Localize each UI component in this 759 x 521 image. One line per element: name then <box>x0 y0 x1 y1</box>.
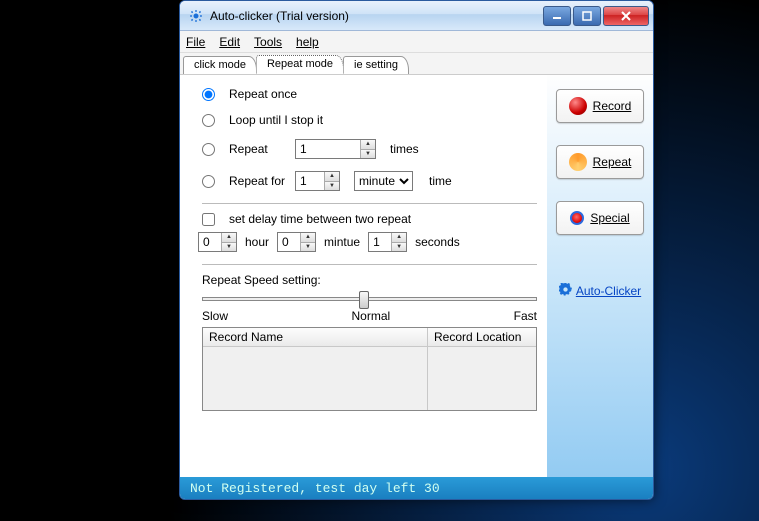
menubar: File Edit Tools help <box>180 31 653 53</box>
repeat-icon <box>569 153 587 171</box>
status-text: Not Registered, test day left 30 <box>190 481 440 496</box>
radio-loop-until[interactable] <box>202 114 215 127</box>
spin-up-icon[interactable]: ▲ <box>361 140 375 150</box>
label-set-delay: set delay time between two repeat <box>229 212 411 226</box>
repeat-for-spinner[interactable]: ▲▼ <box>295 171 340 191</box>
repeat-times-input[interactable] <box>296 140 360 158</box>
radio-repeat-for[interactable] <box>202 175 215 188</box>
special-button[interactable]: Special <box>556 201 644 235</box>
column-record-name[interactable]: Record Name <box>203 328 427 347</box>
delay-second-input[interactable] <box>369 233 391 251</box>
record-icon <box>569 97 587 115</box>
label-repeat-for: Repeat for <box>229 174 287 188</box>
column-record-location[interactable]: Record Location <box>428 328 536 347</box>
menu-edit[interactable]: Edit <box>219 35 240 49</box>
minimize-button[interactable] <box>543 6 571 26</box>
label-hour: hour <box>245 235 269 249</box>
auto-clicker-text: Auto-Clicker <box>576 284 641 298</box>
label-loop-until: Loop until I stop it <box>229 113 323 127</box>
special-icon <box>570 211 584 225</box>
table-body <box>428 347 536 410</box>
auto-clicker-link[interactable]: Auto-Clicker <box>559 283 641 299</box>
label-minute: mintue <box>324 235 360 249</box>
tab-strip: click mode Repeat mode ie setting <box>180 53 653 75</box>
menu-file[interactable]: File <box>186 35 205 49</box>
radio-repeat-once[interactable] <box>202 88 215 101</box>
repeat-button[interactable]: Repeat <box>556 145 644 179</box>
label-time: time <box>429 174 452 188</box>
window-title: Auto-clicker (Trial version) <box>210 9 541 23</box>
close-button[interactable] <box>603 6 649 26</box>
spin-down-icon[interactable]: ▼ <box>361 150 375 159</box>
delay-minute-input[interactable] <box>278 233 300 251</box>
menu-tools[interactable]: Tools <box>254 35 282 49</box>
radio-repeat-n[interactable] <box>202 143 215 156</box>
repeat-label: Repeat <box>593 155 632 169</box>
delay-minute-spinner[interactable]: ▲▼ <box>277 232 316 252</box>
tab-click-mode[interactable]: click mode <box>183 56 257 74</box>
menu-help[interactable]: help <box>296 35 319 49</box>
delay-hour-spinner[interactable]: ▲▼ <box>198 232 237 252</box>
record-label: Record <box>593 99 632 113</box>
slider-track <box>202 297 537 301</box>
label-repeat-once: Repeat once <box>229 87 297 101</box>
slider-handle[interactable] <box>359 291 369 309</box>
label-fast: Fast <box>514 309 537 323</box>
delay-second-spinner[interactable]: ▲▼ <box>368 232 407 252</box>
delay-hour-input[interactable] <box>199 233 221 251</box>
spin-up-icon[interactable]: ▲ <box>325 172 339 182</box>
special-label: Special <box>590 211 629 225</box>
spin-down-icon[interactable]: ▼ <box>325 182 339 191</box>
tab-ie-setting[interactable]: ie setting <box>343 56 409 74</box>
table-body <box>203 347 427 410</box>
checkbox-set-delay[interactable] <box>202 213 215 226</box>
options-panel: Repeat once Loop until I stop it Repeat … <box>180 75 547 477</box>
sidebar: Record Repeat Special Auto-Clicker <box>547 75 653 477</box>
label-speed-setting: Repeat Speed setting: <box>202 273 537 287</box>
tab-repeat-mode[interactable]: Repeat mode <box>256 55 344 74</box>
label-normal: Normal <box>352 309 391 323</box>
titlebar[interactable]: Auto-clicker (Trial version) <box>180 1 653 31</box>
label-repeat: Repeat <box>229 142 287 156</box>
app-icon <box>188 8 204 24</box>
label-slow: Slow <box>202 309 228 323</box>
status-bar: Not Registered, test day left 30 <box>180 477 653 499</box>
record-button[interactable]: Record <box>556 89 644 123</box>
app-window: Auto-clicker (Trial version) File Edit T… <box>179 0 654 500</box>
gear-icon <box>559 283 572 299</box>
records-table[interactable]: Record Name Record Location <box>202 327 537 411</box>
speed-slider[interactable]: Slow Normal Fast <box>202 291 537 325</box>
repeat-times-spinner[interactable]: ▲▼ <box>295 139 376 159</box>
repeat-for-input[interactable] <box>296 172 324 190</box>
maximize-button[interactable] <box>573 6 601 26</box>
label-seconds: seconds <box>415 235 460 249</box>
label-times: times <box>390 142 419 156</box>
repeat-for-unit-select[interactable]: minute <box>354 171 413 191</box>
